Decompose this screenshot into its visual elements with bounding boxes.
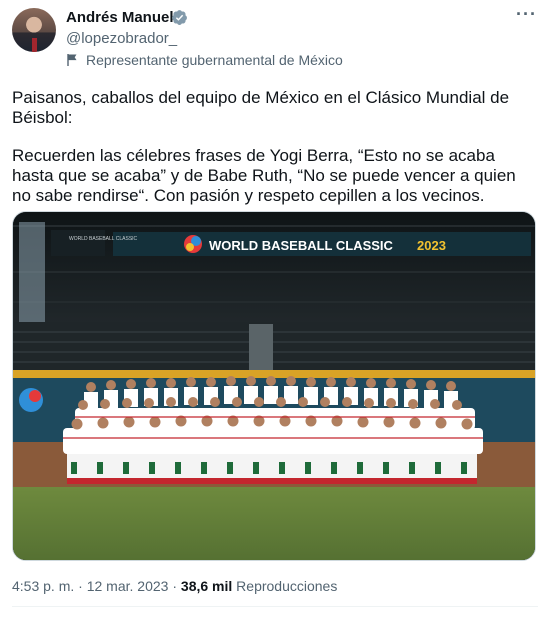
meta-separator-1: · — [74, 578, 87, 594]
divider — [12, 606, 538, 607]
verified-badge-icon — [172, 10, 187, 25]
avatar-tie — [32, 38, 37, 52]
author-avatar[interactable] — [12, 8, 56, 52]
tweet-photo[interactable]: WORLD BASEBALL CLASSIC 2023 WORLD BASEBA… — [12, 211, 536, 561]
tweet-text-paragraph-1: Paisanos, caballos del equipo de México … — [12, 88, 510, 127]
author-name[interactable]: Andrés Manuel — [66, 9, 174, 26]
tweet-date[interactable]: 12 mar. 2023 — [87, 578, 169, 594]
tweet-meta: 4:53 p. m. · 12 mar. 2023 · 38,6 mil Rep… — [12, 578, 337, 594]
tweet-time[interactable]: 4:53 p. m. — [12, 578, 74, 594]
more-options-icon[interactable]: ··· — [516, 4, 537, 25]
small-logo-text: WORLD BASEBALL CLASSIC — [69, 236, 138, 242]
team-photo-illustration: WORLD BASEBALL CLASSIC 2023 WORLD BASEBA… — [13, 212, 535, 560]
tweet-text-paragraph-2: Recuerden las célebres frases de Yogi Be… — [12, 146, 516, 205]
author-handle[interactable]: @lopezobrador_ — [66, 30, 177, 47]
government-label-text: Representante gubernamental de México — [86, 52, 343, 68]
flag-icon — [67, 54, 77, 66]
tweet-card: Andrés Manuel @lopezobrador_ ··· Represe… — [0, 0, 550, 620]
views-count: 38,6 mil — [180, 578, 233, 594]
banner-title: WORLD BASEBALL CLASSIC — [209, 238, 394, 253]
banner-year: 2023 — [417, 238, 446, 253]
government-label[interactable]: Representante gubernamental de México — [66, 52, 343, 68]
views-label: Reproducciones — [236, 578, 338, 594]
meta-separator-2: · — [168, 578, 181, 594]
